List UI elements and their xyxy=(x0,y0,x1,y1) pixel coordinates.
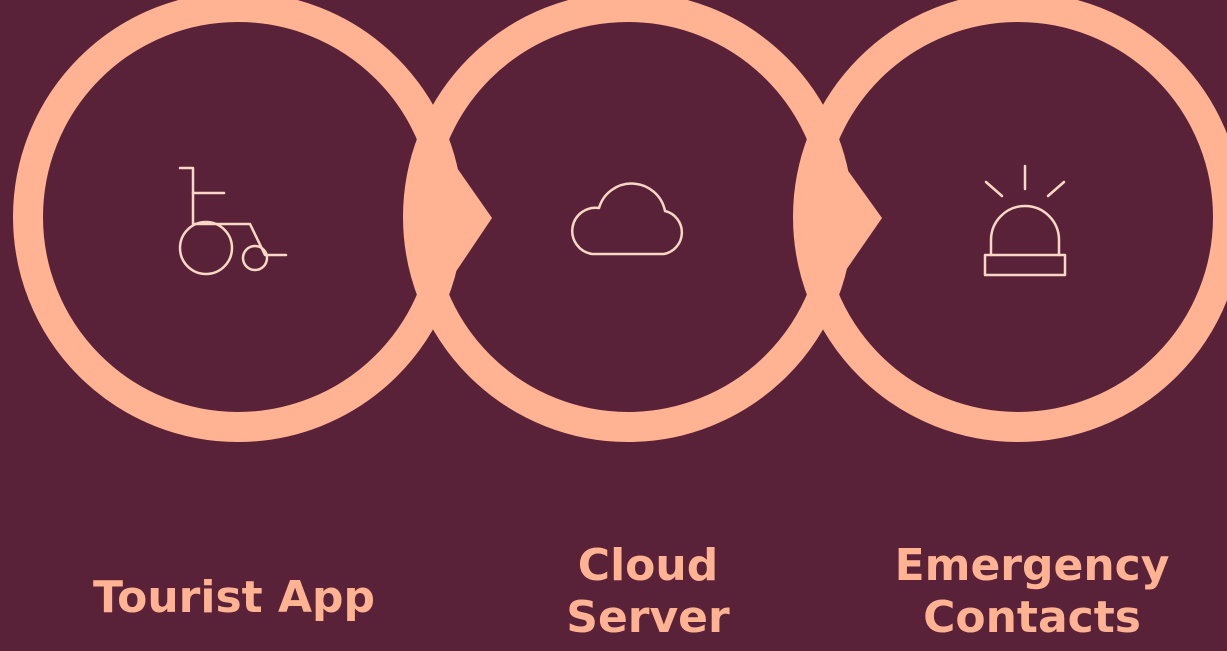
alarm-siren-icon xyxy=(983,164,1067,277)
step-label-line: Contacts xyxy=(923,592,1141,643)
step-label-line: Tourist App xyxy=(92,572,376,623)
wheelchair-icon xyxy=(178,166,288,276)
step-label-emergency-contacts: Emergency Contacts xyxy=(882,540,1182,644)
step-label-tourist-app: Tourist App xyxy=(84,572,384,624)
step-label-line: Emergency xyxy=(894,540,1170,591)
cloud-icon xyxy=(571,182,684,256)
step-label-cloud-server: Cloud Server xyxy=(498,540,798,644)
step-label-line: Server xyxy=(566,592,730,643)
step-label-line: Cloud xyxy=(577,540,719,591)
step-ring-1 xyxy=(13,0,463,442)
